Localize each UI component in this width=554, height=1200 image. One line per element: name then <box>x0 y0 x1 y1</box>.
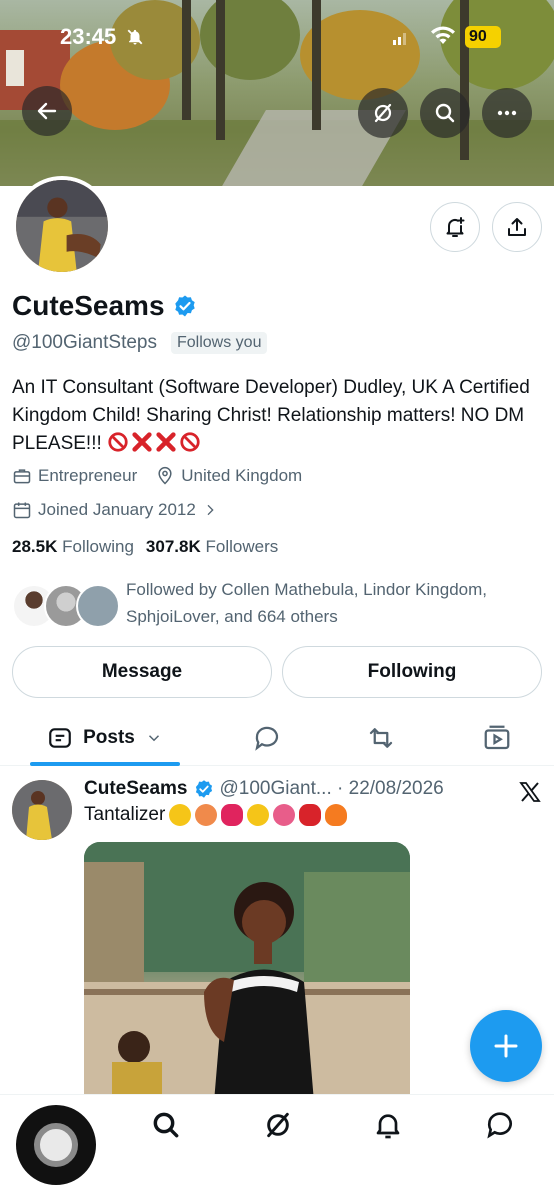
back-button[interactable] <box>22 86 72 136</box>
followed-by-avatars <box>12 584 122 628</box>
banner-trunk <box>182 0 191 120</box>
pepper-icon <box>299 804 322 826</box>
following-count-link[interactable]: 28.5K Following <box>12 537 134 557</box>
grok-icon <box>374 103 392 123</box>
share-button[interactable] <box>492 202 542 252</box>
avatar <box>76 584 120 628</box>
post-avatar-image <box>12 780 72 840</box>
followed-by[interactable]: Followed by Collen Mathebula, Lindor Kin… <box>12 576 542 632</box>
tab-posts-label: Posts <box>83 727 135 748</box>
bell-off-icon <box>127 29 143 45</box>
follow-counts: 28.5K Following 307.8K Followers <box>12 537 278 557</box>
wifi-icon <box>431 26 455 44</box>
kiss-icon <box>221 804 244 826</box>
followed-by-text: Followed by Collen Mathebula, Lindor Kin… <box>126 580 487 626</box>
no-entry-icon <box>108 432 128 452</box>
notifications-icon[interactable] <box>372 1109 404 1141</box>
bio-text: An IT Consultant (Software Developer) Du… <box>12 377 530 454</box>
message-button[interactable]: Message <box>12 646 272 698</box>
profile-location: United Kingdom <box>181 466 303 485</box>
tongue-icon <box>273 804 296 826</box>
plus-icon <box>494 1034 518 1058</box>
chevron-down-icon <box>148 735 159 742</box>
chevron-right-icon <box>207 504 214 516</box>
assistive-touch-dot <box>34 1123 78 1167</box>
profile-name-row: CuteSeams <box>12 290 197 322</box>
fire-icon <box>325 804 348 826</box>
assistive-touch-button[interactable] <box>16 1105 96 1185</box>
profile-bio: An IT Consultant (Software Developer) Du… <box>12 374 532 458</box>
following-count: 28.5K <box>12 537 58 556</box>
yum-icon <box>247 804 270 826</box>
signal-icon <box>393 33 406 45</box>
no-entry-icon <box>180 432 200 452</box>
messages-icon[interactable] <box>484 1109 516 1141</box>
search-button[interactable] <box>420 88 470 138</box>
search-icon <box>435 103 455 123</box>
search-icon[interactable] <box>150 1109 182 1141</box>
status-time: 23:45 <box>60 24 117 49</box>
cross-mark-icon <box>132 432 152 452</box>
post-handle-date: @100Giant... · 22/08/2026 <box>219 778 444 799</box>
more-button[interactable] <box>482 88 532 138</box>
bottom-nav <box>0 1094 554 1200</box>
followers-count: 307.8K <box>145 537 201 556</box>
reposts-icon[interactable] <box>366 723 396 753</box>
back-arrow-icon <box>37 102 57 120</box>
verified-badge-icon[interactable] <box>173 294 197 318</box>
grok-icon[interactable] <box>262 1109 294 1141</box>
grok-button[interactable] <box>358 88 408 138</box>
posts-icon <box>49 728 71 748</box>
profile-joined: Joined January 2012 <box>38 500 196 519</box>
location-pin-icon <box>158 466 172 485</box>
following-button[interactable]: Following <box>282 646 542 698</box>
handle-row: @100GiantSteps Follows you <box>12 332 268 354</box>
heart-eyes-icon <box>169 804 192 826</box>
category-row: Entrepreneur United Kingdom <box>12 466 302 486</box>
profile-handle: @100GiantSteps <box>12 332 157 353</box>
avatar-image <box>16 180 108 272</box>
post-body: Tantalizer <box>84 804 166 825</box>
followers-label: Followers <box>205 537 279 556</box>
post-photo <box>84 842 410 1102</box>
following-label: Following <box>62 537 134 556</box>
verified-badge-icon <box>195 780 212 798</box>
x-logo-icon <box>519 782 541 802</box>
briefcase-icon <box>13 469 31 484</box>
replies-icon[interactable] <box>252 723 282 753</box>
profile-category: Entrepreneur <box>38 466 138 485</box>
bell-plus-icon <box>446 217 465 237</box>
profile-name: CuteSeams <box>12 290 165 321</box>
tab-posts[interactable]: Posts <box>30 710 180 766</box>
cross-mark-icon <box>156 432 176 452</box>
post-avatar[interactable] <box>12 780 72 840</box>
more-icon <box>497 110 517 116</box>
status-bar: 23:45 90 <box>0 20 554 56</box>
post-header: CuteSeams @100Giant... · 22/08/2026 <box>84 778 484 800</box>
post-text: Tantalizer <box>84 804 348 826</box>
battery-indicator: 90 <box>465 26 501 48</box>
compose-button[interactable] <box>470 1010 542 1082</box>
joined-row[interactable]: Joined January 2012 <box>12 500 218 520</box>
notify-button[interactable] <box>430 202 480 252</box>
media-icon[interactable] <box>482 723 512 753</box>
follows-you-badge: Follows you <box>171 332 268 354</box>
share-icon <box>508 218 526 236</box>
followers-count-link[interactable]: 307.8K Followers <box>146 537 278 557</box>
profile-tabs: Posts <box>0 710 554 766</box>
calendar-icon <box>13 502 31 519</box>
post-author-name[interactable]: CuteSeams <box>84 778 188 800</box>
profile-avatar[interactable] <box>12 176 112 276</box>
post-image[interactable] <box>84 842 410 1102</box>
peach-icon <box>195 804 218 826</box>
